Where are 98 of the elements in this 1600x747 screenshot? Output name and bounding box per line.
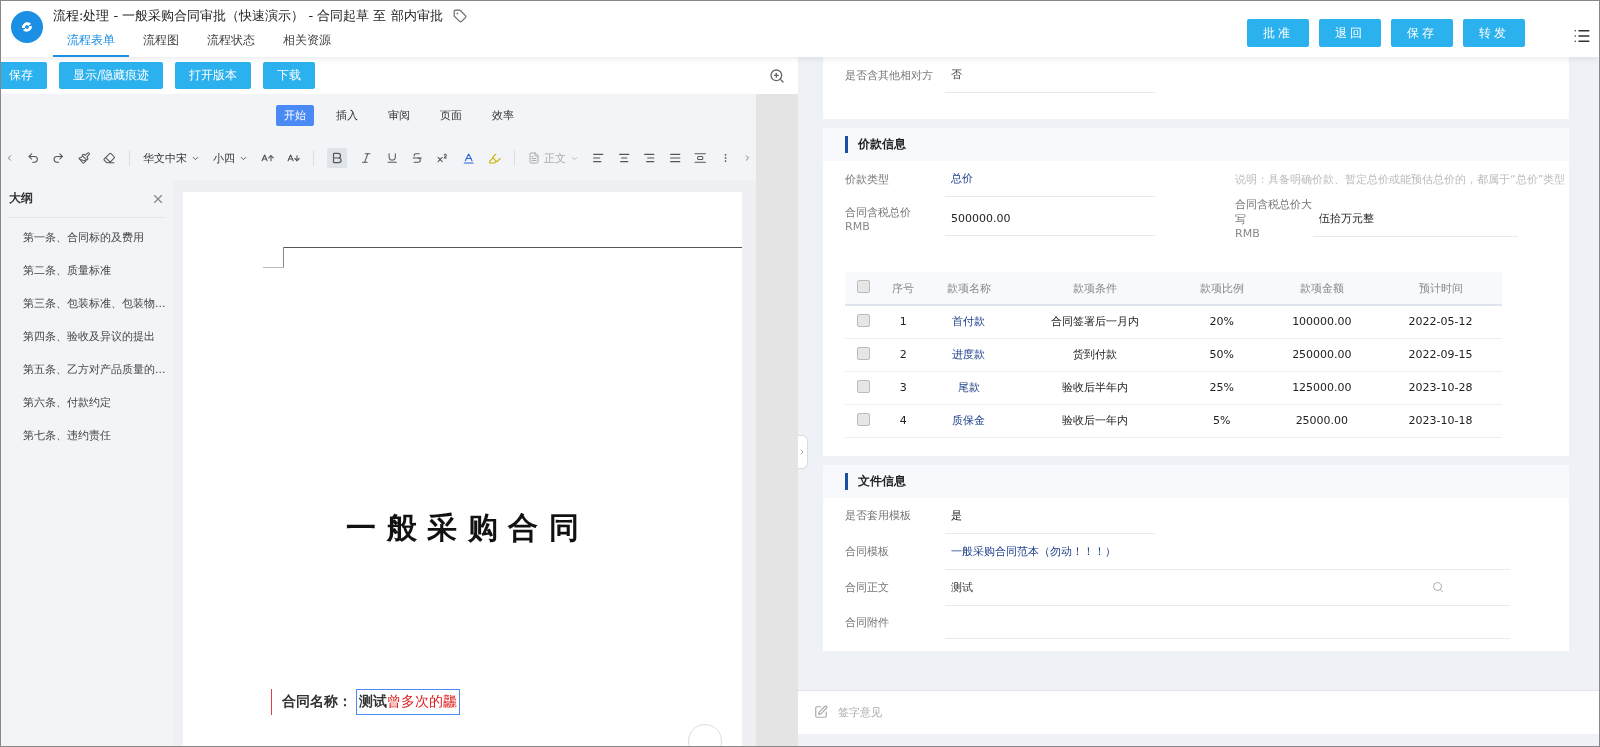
table-cell: 尾款: [925, 371, 1012, 404]
size-select[interactable]: 小四: [212, 150, 248, 166]
field-value: 伍拾万元整: [1313, 200, 1518, 237]
section-title: 文件信息: [845, 472, 906, 490]
unit-label: RMB: [845, 219, 871, 233]
outline-title: 大纲: [9, 190, 33, 207]
outline-item[interactable]: 第六条、付款约定: [9, 389, 165, 416]
field-label: 是否套用模板: [845, 508, 912, 523]
table-cell: 验收后一年内: [1011, 404, 1179, 437]
italic-icon[interactable]: [360, 151, 373, 165]
window-title: 流程:处理 - 一般采购合同审批（快速演示） - 合同起草 至 部内审批: [53, 6, 443, 25]
table-cell: 1: [881, 305, 926, 338]
field-value: 一般采购合同范本（勿动！！！）: [945, 533, 1510, 570]
outline-item[interactable]: 第四条、验收及异议的提出: [9, 323, 165, 350]
ribbon-tab[interactable]: 页面: [431, 104, 470, 126]
table-cell: 20%: [1178, 305, 1265, 338]
field-value: 500000.00: [945, 201, 1155, 236]
outline-item[interactable]: 第五条、乙方对产品质量的...: [9, 356, 165, 383]
table-cell: 3: [881, 371, 926, 404]
ribbon-tab[interactable]: 审阅: [379, 104, 418, 126]
field-label: 合同正文: [845, 580, 890, 595]
table-cell: 25000.00: [1264, 404, 1380, 437]
nav-tab[interactable]: 流程图: [129, 30, 193, 57]
table-cell: 首付款: [925, 305, 1012, 338]
align-center-icon[interactable]: [617, 151, 631, 165]
checkbox[interactable]: [856, 379, 870, 393]
nav-tab[interactable]: 相关资源: [269, 30, 345, 57]
tag-icon[interactable]: [452, 8, 467, 23]
field-label: 是否含其他相对方: [845, 67, 934, 83]
checkbox[interactable]: [856, 313, 870, 327]
table-cell: 100000.00: [1264, 305, 1380, 338]
field-label: 合同模板: [845, 544, 890, 559]
table-cell: 2023-10-28: [1379, 371, 1502, 404]
table-cell: 125000.00: [1264, 371, 1380, 404]
outline-item[interactable]: 第二条、质量标准: [9, 257, 165, 284]
column-header: 序号: [881, 272, 926, 305]
justify-icon[interactable]: [668, 151, 682, 165]
menu-icon[interactable]: [1573, 27, 1591, 45]
table-cell: 验收后半年内: [1011, 371, 1179, 404]
spacing-icon[interactable]: [694, 151, 707, 165]
table-cell: 25%: [1178, 371, 1265, 404]
table-cell: 5%: [1178, 404, 1265, 437]
zoom-icon[interactable]: [769, 67, 785, 84]
column-header: 款项条件: [1011, 272, 1179, 305]
table-cell: 进度款: [925, 338, 1012, 371]
column-header: 款项比例: [1178, 272, 1265, 305]
section-title: 价款信息: [845, 136, 906, 153]
table-cell: 2022-05-12: [1379, 305, 1502, 338]
checkbox[interactable]: [856, 346, 870, 360]
column-header: 款项金额: [1264, 272, 1380, 305]
column-header: 款项名称: [925, 272, 1012, 305]
tracked-field: 测试曾多次的龘: [356, 689, 460, 715]
ribbon-tab[interactable]: 效率: [483, 104, 522, 126]
field-label: 合同含税总价大写: [1235, 197, 1313, 227]
document-heading: 一 般 采 购 合 同: [345, 509, 580, 547]
checkbox[interactable]: [856, 412, 870, 426]
field-label: 合同名称：: [282, 693, 352, 711]
field-value: 是: [945, 497, 1155, 534]
table-cell: 2023-10-18: [1379, 404, 1502, 437]
table-cell: 2: [881, 338, 926, 371]
logo-icon: [11, 11, 43, 43]
table-cell: 4: [881, 404, 926, 437]
table-cell: 货到付款: [1011, 338, 1179, 371]
table-cell: 250000.00: [1264, 338, 1380, 371]
field-label: 价款类型: [845, 171, 890, 187]
outline-item[interactable]: 第七条、违约责任: [9, 422, 165, 449]
outline-item[interactable]: 第三条、包装标准、包装物...: [9, 290, 165, 317]
paragraph-icon: [528, 152, 541, 164]
table-cell: 质保金: [925, 404, 1012, 437]
undo-icon[interactable]: [26, 151, 40, 165]
field-value: 总价: [945, 161, 1155, 197]
hint-text: 说明：具备明确价款、暂定总价或能预估总价的，都属于“总价”类型: [1235, 171, 1566, 187]
nav-tab[interactable]: 流程状态: [193, 30, 269, 57]
table-cell: 50%: [1178, 338, 1265, 371]
column-header: 预计时间: [1379, 272, 1502, 305]
underline-icon[interactable]: [385, 151, 398, 165]
superscript-icon[interactable]: [436, 151, 449, 165]
collapse-handle[interactable]: [798, 435, 808, 469]
outline-item[interactable]: 第一条、合同标的及费用: [9, 224, 165, 251]
field-value: 否: [945, 57, 1155, 93]
font-color-icon[interactable]: [461, 150, 476, 166]
field-label: 合同含税总价: [845, 204, 912, 220]
edit-icon: [814, 705, 828, 719]
bold-icon[interactable]: [327, 148, 348, 168]
table-cell: 合同签署后一月内: [1011, 305, 1179, 338]
align-left-icon[interactable]: [592, 151, 605, 165]
redo-icon[interactable]: [52, 151, 65, 165]
strikethrough-icon[interactable]: [410, 151, 424, 165]
unit-label: RMB: [1235, 227, 1261, 240]
field-label: 合同附件: [845, 614, 890, 630]
checkbox[interactable]: [856, 280, 870, 293]
search-field[interactable]: 测试: [945, 569, 1510, 606]
ribbon-tab[interactable]: 插入: [327, 104, 366, 126]
eraser-icon[interactable]: [103, 151, 116, 165]
table-cell: 2022-09-15: [1379, 338, 1502, 371]
align-right-icon[interactable]: [643, 151, 656, 165]
format-painter-icon[interactable]: [77, 151, 91, 165]
font-select[interactable]: 华文中宋: [142, 150, 200, 166]
